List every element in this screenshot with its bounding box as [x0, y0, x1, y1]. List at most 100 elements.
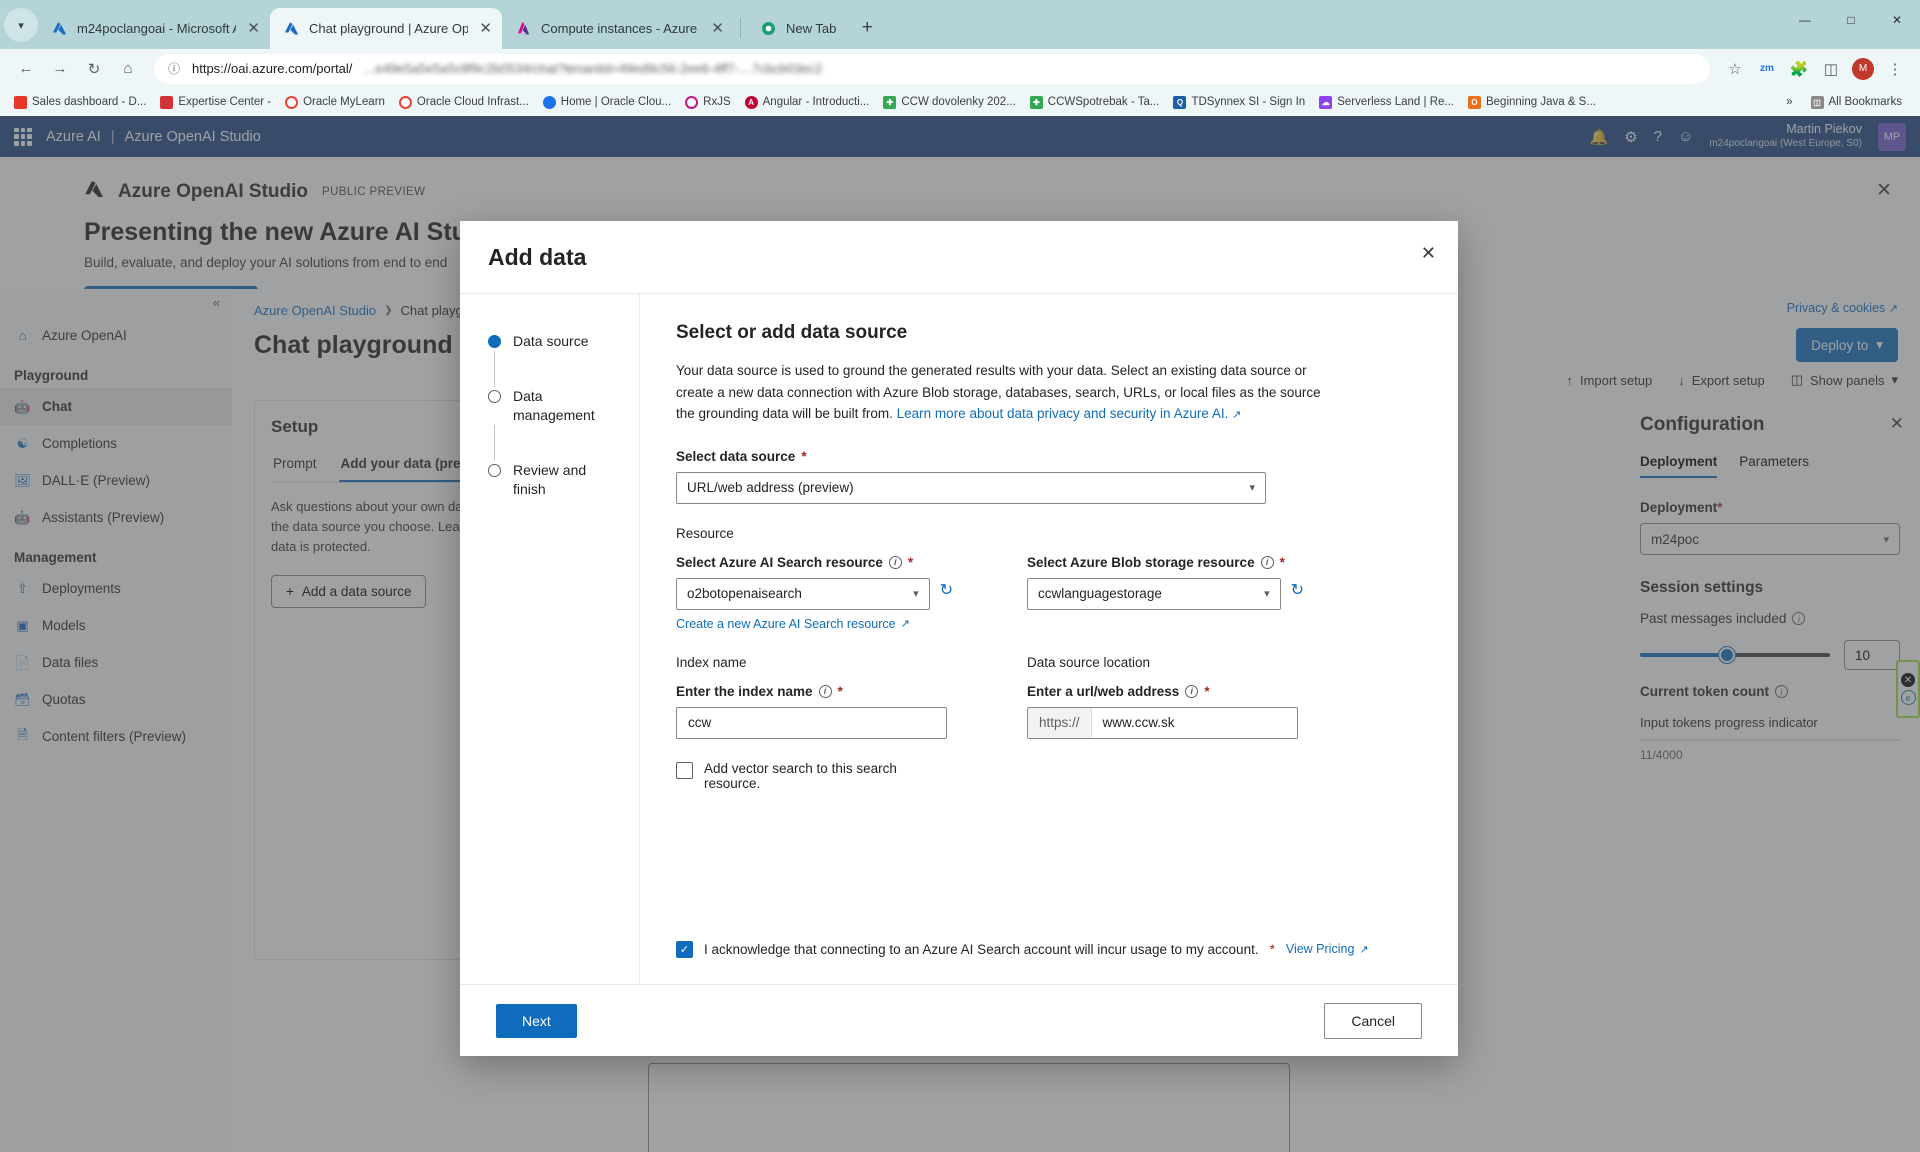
checkbox[interactable]	[676, 761, 693, 779]
index-location-row: Index name Enter the index name i * ccw …	[676, 647, 1422, 791]
select-data-source-label: Select data source *	[676, 449, 1422, 464]
resource-section-label: Resource	[676, 525, 734, 541]
browser-tab[interactable]: m24poclangoai - Microsoft Azu ✕	[38, 8, 270, 49]
step-data-source[interactable]: Data source	[488, 332, 639, 351]
bookmark-item[interactable]: Oracle Cloud Infrast...	[393, 93, 535, 112]
blob-resource-dropdown[interactable]: ccwlanguagestorage ▾	[1027, 577, 1281, 610]
chevron-down-icon: ▾	[1264, 588, 1270, 601]
bookmarks-overflow-chevron[interactable]: »	[1786, 96, 1792, 108]
all-bookmarks-label: All Bookmarks	[1828, 96, 1903, 108]
bookmark-label: Oracle Cloud Infrast...	[416, 96, 529, 108]
close-window-button[interactable]: ✕	[1874, 0, 1920, 40]
search-resource-dropdown[interactable]: o2botopenaisearch ▾	[676, 577, 930, 610]
bookmark-item[interactable]: ✚ CCW dovolenky 202...	[877, 93, 1021, 112]
bookmark-item[interactable]: Oracle MyLearn	[279, 93, 391, 112]
folder-icon: ◫	[1810, 95, 1824, 109]
refresh-icon[interactable]: ↻	[1291, 580, 1304, 600]
info-icon[interactable]: i	[818, 684, 832, 698]
url-input[interactable]: https:// www.ccw.sk	[1027, 706, 1298, 739]
external-link-icon: ↗	[1232, 409, 1242, 422]
browser-tab[interactable]: Compute instances - Azure AI S ✕	[502, 8, 734, 49]
bookmark-item[interactable]: RxJS	[679, 93, 736, 112]
bookmark-favicon	[685, 95, 699, 109]
browser-tab[interactable]: New Tab	[747, 8, 846, 49]
step-review-and-finish[interactable]: Review and finish	[488, 461, 639, 499]
url-value: www.ccw.sk	[1102, 715, 1175, 731]
address-bar[interactable]: ⓘ https://oai.azure.com/portal/ …e49e5a5…	[154, 53, 1710, 84]
bookmark-item[interactable]: Home | Oracle Clou...	[537, 93, 677, 112]
step-label: Data management	[513, 387, 595, 423]
next-button[interactable]: Next	[496, 1003, 577, 1038]
bookmark-label: Home | Oracle Clou...	[560, 96, 672, 108]
all-bookmarks-button[interactable]: ◫ All Bookmarks	[1805, 93, 1909, 112]
bookmark-item[interactable]: ☁ Serverless Land | Re...	[1313, 93, 1460, 112]
bookmark-favicon	[160, 95, 174, 109]
view-pricing-link[interactable]: View Pricing ↗	[1286, 942, 1369, 956]
window-controls: — □ ✕	[1782, 0, 1920, 40]
dialog-content: Select or add data source Your data sour…	[640, 294, 1458, 984]
bookmarks-overflow: » ◫ All Bookmarks	[1786, 93, 1912, 112]
tab-search-dropdown-icon[interactable]: ▾	[4, 8, 38, 42]
back-icon[interactable]: ←	[10, 53, 42, 85]
reload-icon[interactable]: ↻	[78, 53, 110, 85]
blob-resource-row: ccwlanguagestorage ▾ ↻	[1027, 570, 1304, 610]
browser-toolbar: ← → ↻ ⌂ ⓘ https://oai.azure.com/portal/ …	[0, 49, 1920, 88]
extension-zm-icon[interactable]: zm	[1752, 54, 1782, 84]
bookmark-star-icon[interactable]: ☆	[1720, 54, 1750, 84]
bookmark-item[interactable]: Sales dashboard - D...	[8, 93, 152, 112]
add-vector-search-checkbox-row[interactable]: Add vector search to this search resourc…	[676, 761, 953, 791]
bookmark-item[interactable]: A Angular - Introducti...	[739, 93, 876, 112]
minimize-button[interactable]: —	[1782, 0, 1828, 40]
profile-avatar[interactable]: M	[1848, 54, 1878, 84]
forward-icon[interactable]: →	[44, 53, 76, 85]
bookmark-item[interactable]: Q TDSynnex SI - Sign In	[1167, 93, 1311, 112]
add-vector-search-label: Add vector search to this search resourc…	[704, 760, 897, 791]
chrome-menu-icon[interactable]: ⋮	[1880, 54, 1910, 84]
step-data-management[interactable]: Data management	[488, 387, 639, 425]
required-asterisk: *	[907, 554, 914, 570]
tab-title: New Tab	[786, 21, 837, 36]
dialog-steps: Data source Data management Review and f…	[460, 294, 640, 984]
browser-tab-active[interactable]: Chat playground | Azure OpenA ✕	[270, 8, 502, 49]
bookmark-item[interactable]: Expertise Center -	[154, 93, 277, 112]
step-dot-icon	[488, 389, 501, 403]
create-search-resource-link[interactable]: Create a new Azure AI Search resource ↗	[676, 617, 910, 631]
external-link-icon: ↗	[1359, 943, 1369, 956]
home-icon[interactable]: ⌂	[112, 53, 144, 85]
bookmark-item[interactable]: ✚ CCWSpotrebak - Ta...	[1024, 93, 1166, 112]
index-name-input[interactable]: ccw	[676, 706, 947, 739]
split-screen-icon[interactable]: ◫	[1816, 54, 1846, 84]
external-link-icon: ↗	[900, 618, 910, 631]
acknowledge-label: I acknowledge that connecting to an Azur…	[704, 941, 1259, 957]
info-icon[interactable]: ⓘ	[166, 61, 182, 77]
new-tab-button[interactable]: +	[852, 13, 882, 43]
learn-more-link[interactable]: Learn more about data privacy and securi…	[897, 406, 1242, 421]
close-icon[interactable]: ✕	[247, 21, 260, 36]
bookmark-favicon	[285, 95, 299, 109]
index-name-value: ccw	[688, 715, 712, 731]
browser-tab-strip: ▾ m24poclangoai - Microsoft Azu ✕ Chat p…	[0, 0, 1920, 49]
info-icon[interactable]: i	[1185, 684, 1199, 698]
info-icon[interactable]: i	[1260, 555, 1274, 569]
maximize-button[interactable]: □	[1828, 0, 1874, 40]
cancel-button[interactable]: Cancel	[1324, 1002, 1422, 1039]
refresh-icon[interactable]: ↻	[940, 580, 953, 600]
select-data-source-value: URL/web address (preview)	[687, 480, 854, 496]
close-icon[interactable]: ✕	[1421, 243, 1436, 264]
required-asterisk: *	[801, 448, 807, 464]
acknowledge-checkbox[interactable]: ✓	[676, 941, 693, 958]
bookmark-favicon	[14, 95, 27, 109]
blob-resource-label-text: Select Azure Blob storage resource	[1027, 554, 1255, 570]
bookmark-favicon: A	[744, 95, 758, 109]
tab-title: Chat playground | Azure OpenA	[309, 21, 469, 36]
close-icon[interactable]: ✕	[711, 21, 724, 36]
close-icon[interactable]: ✕	[479, 21, 492, 36]
create-search-resource-label: Create a new Azure AI Search resource	[676, 616, 896, 631]
extensions-icon[interactable]: 🧩	[1784, 54, 1814, 84]
bookmark-item[interactable]: O Beginning Java & S...	[1462, 93, 1602, 112]
required-asterisk: *	[1279, 554, 1285, 570]
blob-resource-value: ccwlanguagestorage	[1038, 586, 1162, 602]
resource-row: Select Azure AI Search resource i * o2bo…	[676, 541, 1422, 633]
info-icon[interactable]: i	[888, 555, 902, 569]
select-data-source-dropdown[interactable]: URL/web address (preview) ▾	[676, 471, 1266, 504]
